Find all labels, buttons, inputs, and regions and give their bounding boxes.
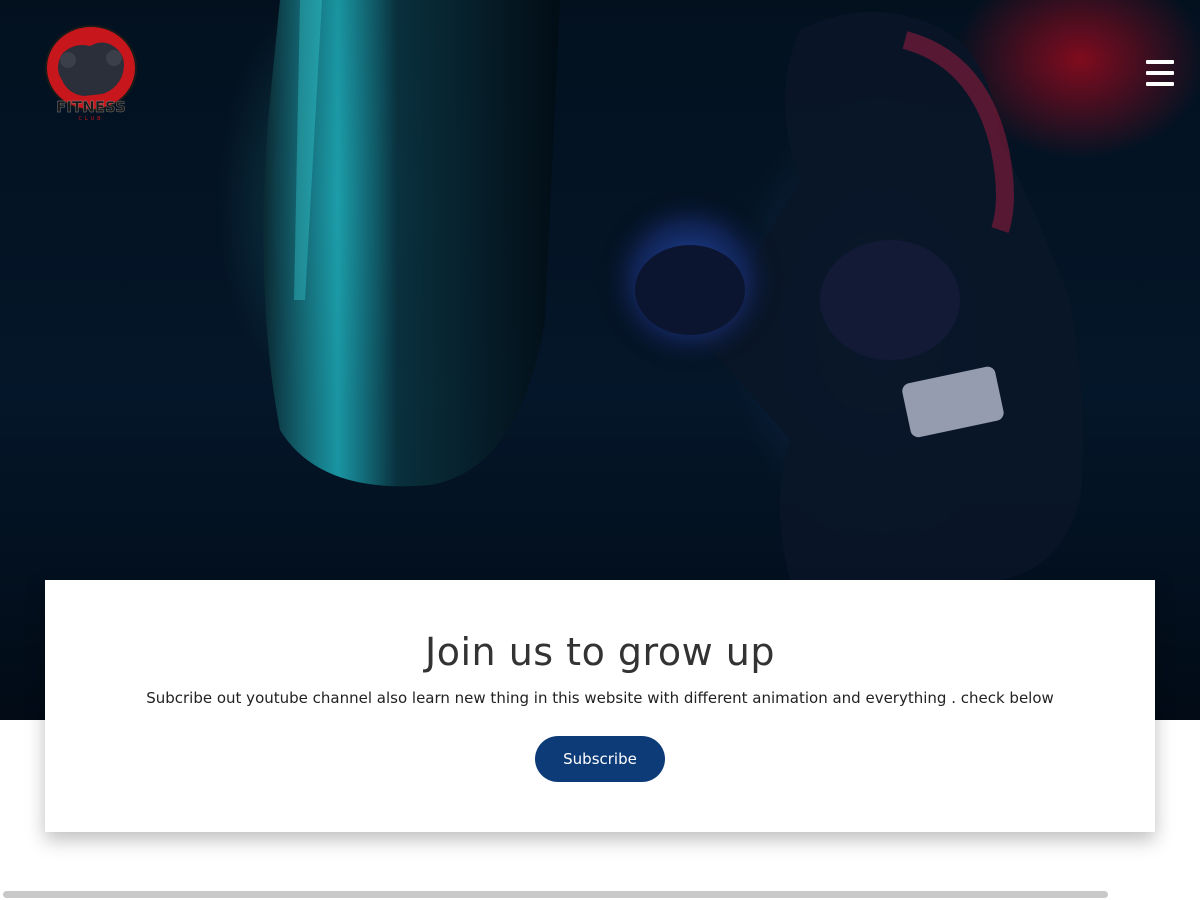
join-description: Subcribe out youtube channel also learn … (146, 689, 1054, 707)
menu-icon[interactable] (1146, 60, 1174, 86)
svg-text:FITNESS: FITNESS (56, 98, 126, 116)
svg-text:CLUB: CLUB (78, 116, 103, 122)
subscribe-button[interactable]: Subscribe (535, 736, 665, 782)
fitness-club-logo[interactable]: FITNESS CLUB (44, 24, 140, 122)
menu-bar-top (1146, 60, 1174, 64)
logo-emblem: FITNESS CLUB (45, 25, 137, 122)
join-title: Join us to grow up (425, 630, 775, 674)
menu-bar-middle (1146, 71, 1174, 75)
menu-bar-bottom (1146, 82, 1174, 86)
scrollbar-thumb[interactable] (3, 891, 1108, 898)
join-card: Join us to grow up Subcribe out youtube … (45, 580, 1155, 832)
